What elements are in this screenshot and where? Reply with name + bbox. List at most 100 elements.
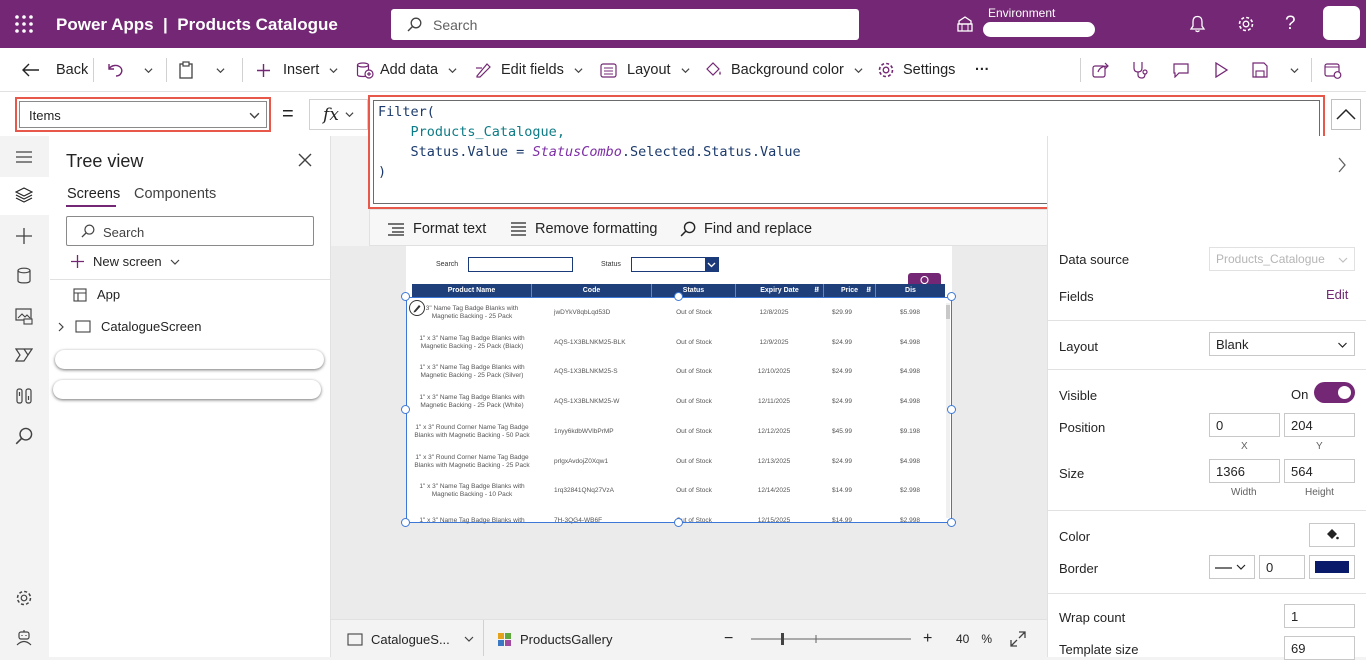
save-button[interactable] bbox=[1252, 48, 1268, 92]
find-replace-button[interactable]: Find and replace bbox=[680, 210, 812, 247]
tab-screens[interactable]: Screens bbox=[67, 186, 120, 202]
global-search[interactable]: Search bbox=[391, 9, 859, 40]
search-icon[interactable] bbox=[15, 427, 33, 445]
width-input[interactable]: 1366 bbox=[1209, 459, 1280, 483]
sort-icon[interactable]: ⭿ bbox=[814, 284, 819, 297]
power-automate-icon[interactable] bbox=[15, 347, 33, 363]
color-picker-button[interactable] bbox=[1309, 523, 1355, 547]
settings-gear-icon[interactable] bbox=[1237, 15, 1255, 33]
media-icon[interactable] bbox=[15, 307, 33, 325]
wrap-count-input[interactable]: 1 bbox=[1284, 604, 1355, 628]
resize-handle[interactable] bbox=[674, 518, 683, 527]
toggle-knob bbox=[1338, 386, 1351, 399]
add-data-button[interactable]: Add data bbox=[356, 48, 457, 92]
preview-button[interactable] bbox=[1213, 48, 1229, 92]
format-text-button[interactable]: Format text bbox=[387, 210, 486, 247]
screen-selector[interactable]: CatalogueS... bbox=[347, 620, 474, 658]
hamburger-menu-icon[interactable] bbox=[15, 150, 33, 164]
variables-icon[interactable] bbox=[15, 387, 33, 405]
edit-pencil-icon[interactable] bbox=[409, 300, 425, 316]
border-width-input[interactable]: 0 bbox=[1259, 555, 1305, 579]
undo-button[interactable] bbox=[107, 48, 124, 92]
data-icon[interactable] bbox=[15, 267, 33, 285]
search-icon bbox=[81, 224, 95, 238]
collapse-formula-button[interactable] bbox=[1331, 99, 1361, 130]
border-style-dropdown[interactable] bbox=[1209, 555, 1255, 579]
property-dropdown[interactable]: Items bbox=[15, 97, 271, 132]
resize-handle[interactable] bbox=[401, 405, 410, 414]
sort-icon[interactable]: ⭿ bbox=[866, 284, 871, 297]
function-button[interactable]: fx bbox=[309, 99, 368, 130]
height-input[interactable]: 564 bbox=[1284, 459, 1355, 483]
edit-fields-button[interactable]: Edit fields bbox=[475, 48, 583, 92]
virtual-agent-icon[interactable] bbox=[15, 629, 33, 647]
resize-handle[interactable] bbox=[947, 405, 956, 414]
gallery-search-input[interactable] bbox=[468, 257, 573, 272]
background-color-button[interactable]: Background color bbox=[704, 48, 863, 92]
redacted-tree-item[interactable] bbox=[53, 380, 321, 399]
search-icon bbox=[680, 221, 696, 236]
tab-components[interactable]: Components bbox=[134, 186, 216, 202]
app-checker-button[interactable] bbox=[1131, 48, 1149, 92]
close-icon[interactable] bbox=[298, 153, 312, 167]
zoom-in-button[interactable]: + bbox=[923, 620, 932, 658]
template-size-input[interactable]: 69 bbox=[1284, 636, 1355, 660]
status-combo-box[interactable] bbox=[631, 257, 719, 272]
fit-to-window-icon[interactable] bbox=[1010, 620, 1026, 658]
resize-handle[interactable] bbox=[401, 292, 410, 301]
column-header-product-name[interactable]: Product Name bbox=[412, 284, 532, 297]
undo-dropdown[interactable] bbox=[144, 48, 153, 92]
chevron-right-icon[interactable] bbox=[1337, 157, 1347, 173]
comments-button[interactable] bbox=[1172, 48, 1190, 92]
remove-formatting-button[interactable]: Remove formatting bbox=[510, 210, 658, 247]
data-source-label: Data source bbox=[1059, 252, 1130, 267]
column-header-expiry[interactable]: Expiry Date ⭿ bbox=[736, 284, 824, 297]
chevron-down-icon bbox=[144, 67, 153, 73]
resize-handle[interactable] bbox=[947, 292, 956, 301]
column-header-discount[interactable]: Dis bbox=[876, 284, 945, 297]
environment-name[interactable] bbox=[983, 22, 1095, 37]
command-bar: Back Insert Add data Edit fields Layout … bbox=[0, 48, 1366, 92]
publish-button[interactable] bbox=[1324, 48, 1342, 92]
tree-view-layers-icon[interactable] bbox=[15, 187, 33, 204]
tree-node-catalogue-screen[interactable]: CatalogueScreen bbox=[58, 319, 201, 334]
border-color-picker[interactable] bbox=[1309, 555, 1355, 579]
layout-button[interactable]: Layout bbox=[600, 48, 690, 92]
share-button[interactable] bbox=[1092, 48, 1110, 92]
data-source-dropdown[interactable]: Products_Catalogue bbox=[1209, 247, 1355, 271]
position-x-input[interactable]: 0 bbox=[1209, 413, 1280, 437]
resize-handle[interactable] bbox=[947, 518, 956, 527]
back-button[interactable]: Back bbox=[22, 48, 88, 92]
resize-handle[interactable] bbox=[674, 292, 683, 301]
save-dropdown[interactable] bbox=[1290, 48, 1299, 92]
edit-fields-link[interactable]: Edit bbox=[1326, 287, 1348, 302]
environment-icon[interactable] bbox=[956, 16, 974, 33]
column-header-price[interactable]: Price ⭿ bbox=[824, 284, 876, 297]
paste-button[interactable] bbox=[178, 48, 194, 92]
column-header-status[interactable]: Status bbox=[652, 284, 736, 297]
zoom-out-button[interactable]: − bbox=[724, 620, 733, 658]
tree-search-input[interactable]: Search bbox=[66, 216, 314, 246]
help-icon[interactable]: ? bbox=[1285, 13, 1296, 35]
column-header-code[interactable]: Code bbox=[532, 284, 652, 297]
settings-button[interactable]: Settings bbox=[877, 48, 955, 92]
position-y-input[interactable]: 204 bbox=[1284, 413, 1355, 437]
settings-gear-icon[interactable] bbox=[15, 589, 33, 607]
zoom-slider[interactable] bbox=[751, 620, 911, 658]
visible-toggle[interactable] bbox=[1314, 382, 1355, 403]
insert-button[interactable]: Insert bbox=[256, 48, 338, 92]
resize-handle[interactable] bbox=[401, 518, 410, 527]
app-launcher-icon[interactable] bbox=[14, 14, 34, 34]
user-avatar[interactable] bbox=[1323, 6, 1360, 40]
notifications-icon[interactable] bbox=[1189, 15, 1206, 33]
paste-dropdown[interactable] bbox=[216, 48, 225, 92]
layout-dropdown[interactable]: Blank bbox=[1209, 332, 1355, 356]
insert-plus-icon[interactable] bbox=[15, 227, 33, 245]
redacted-tree-item[interactable] bbox=[55, 350, 324, 369]
tree-node-app[interactable]: App bbox=[73, 287, 120, 302]
control-selector[interactable]: ProductsGallery bbox=[497, 620, 612, 658]
more-button[interactable]: ··· bbox=[975, 48, 990, 92]
new-screen-button[interactable]: New screen bbox=[70, 254, 180, 269]
chevron-down-icon bbox=[1290, 67, 1299, 73]
size-label: Size bbox=[1059, 466, 1085, 481]
